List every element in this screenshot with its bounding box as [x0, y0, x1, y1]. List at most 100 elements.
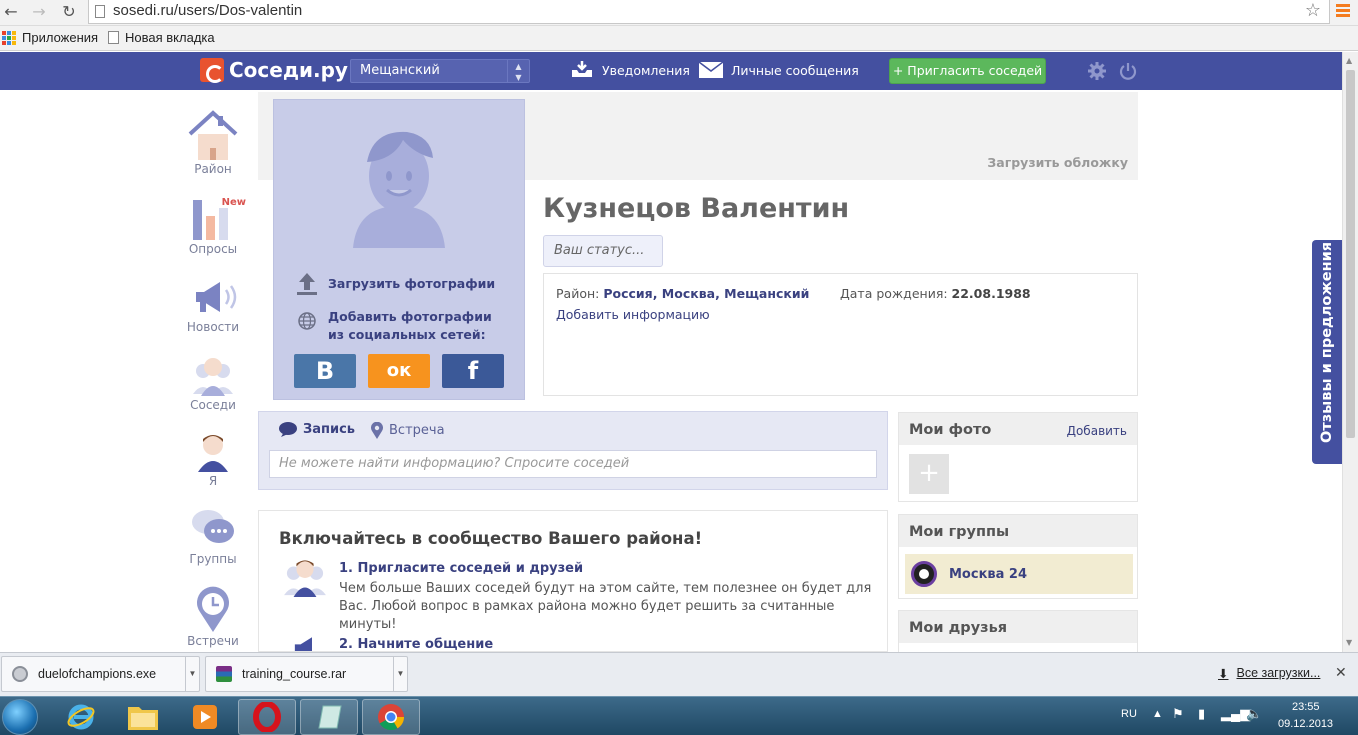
district-select[interactable]: Мещанский ▲ ▼ — [350, 59, 530, 83]
odnoklassniki-button[interactable]: ок — [368, 354, 430, 388]
envelope-icon — [699, 61, 723, 78]
profile-info-box: Район: Россия, Москва, Мещанский Дата ро… — [543, 273, 1138, 396]
group-name: Москва 24 — [949, 566, 1028, 582]
flag-icon[interactable]: ⚑ — [1172, 706, 1184, 722]
media-player-icon — [193, 705, 217, 729]
site-header: Соседи.ру Мещанский ▲ ▼ Уведомления Личны… — [0, 52, 1342, 90]
bookmark-new-tab[interactable]: Новая вкладка — [108, 30, 215, 45]
chevron-down-icon[interactable]: ▼ — [185, 657, 199, 691]
nav-item-polls[interactable]: Опросы — [180, 198, 246, 256]
upload-cover-link[interactable]: Загрузить обложку — [987, 155, 1128, 170]
scroll-down-icon[interactable]: ▼ — [1346, 638, 1352, 647]
vk-button[interactable]: В — [294, 354, 356, 388]
step-title[interactable]: 1. Пригласите соседей и друзей — [339, 561, 583, 576]
explorer-taskbar-button[interactable] — [114, 699, 172, 735]
chat-bubbles-icon — [192, 510, 234, 543]
page-icon — [108, 31, 119, 44]
select-arrows-icon: ▲ ▼ — [507, 60, 529, 82]
add-social-photos: Добавить фотографии из социальных сетей: — [296, 308, 492, 344]
browser-menu-icon[interactable] — [1336, 4, 1350, 18]
url-text: sosedi.ru/users/Dos-valentin — [113, 2, 303, 19]
invite-neighbors-button[interactable]: + Пригласить соседей — [889, 58, 1046, 84]
facebook-button[interactable]: f — [442, 354, 504, 388]
windows-taskbar: RU ▲ ⚑ ▮ ▂▄▆ 🔈 23:55 09.12.2013 — [0, 696, 1358, 735]
address-bar[interactable]: sosedi.ru/users/Dos-valentin ☆ — [88, 0, 1330, 24]
notifications-label: Уведомления — [602, 62, 690, 78]
district-info-label: Район: — [556, 286, 600, 301]
opera-icon — [253, 702, 281, 732]
nav-item-district[interactable]: Район — [180, 108, 246, 176]
nav-item-neighbors[interactable]: Соседи — [180, 354, 246, 412]
volume-icon[interactable]: 🔈 — [1246, 706, 1262, 722]
nav-item-me[interactable]: Я — [180, 432, 246, 488]
default-avatar-icon — [353, 131, 445, 248]
close-icon[interactable]: ✕ — [1335, 664, 1347, 681]
apps-grid-icon — [2, 30, 16, 45]
power-icon[interactable] — [1119, 62, 1137, 80]
page-scrollbar[interactable]: ▲ ▼ — [1342, 52, 1358, 652]
notepad-taskbar-button[interactable] — [300, 699, 358, 735]
nav-item-groups[interactable]: Группы — [180, 506, 246, 566]
clock-time[interactable]: 23:55 — [1292, 701, 1320, 713]
forward-button[interactable]: → — [28, 2, 50, 22]
clock-date[interactable]: 09.12.2013 — [1278, 718, 1333, 730]
upload-photos-label: Загрузить фотографии — [328, 276, 496, 291]
all-downloads-label: Все загрузки... — [1236, 666, 1321, 680]
profile-photo-panel: Загрузить фотографии Добавить фотографии… — [273, 99, 525, 400]
battery-icon[interactable]: ▮ — [1198, 706, 1205, 722]
post-input[interactable]: Не можете найти информацию? Спросите сос… — [269, 450, 877, 478]
feedback-tab[interactable]: Отзывы и предложения — [1312, 240, 1342, 464]
tab-post-label: Запись — [303, 422, 356, 437]
messages-link[interactable]: Личные сообщения — [699, 61, 859, 79]
scrollbar-thumb[interactable] — [1346, 70, 1355, 438]
ie-taskbar-button[interactable] — [52, 699, 110, 735]
group-item[interactable]: Москва 24 — [905, 554, 1133, 594]
chrome-taskbar-button[interactable] — [362, 699, 420, 735]
nav-label: Встречи — [187, 634, 239, 648]
district-info-value[interactable]: Россия, Москва, Мещанский — [603, 286, 809, 301]
add-photo-link[interactable]: Добавить — [1067, 424, 1127, 438]
tray-expand-icon[interactable]: ▲ — [1152, 708, 1163, 720]
add-social-line1: Добавить фотографии — [328, 309, 492, 324]
tab-post[interactable]: Запись — [279, 422, 355, 437]
opera-taskbar-button[interactable] — [238, 699, 296, 735]
bookmark-star-icon[interactable]: ☆ — [1305, 0, 1321, 21]
clock-pin-icon — [197, 586, 229, 632]
browser-toolbar: ← → ↻ sosedi.ru/users/Dos-valentin ☆ — [0, 0, 1358, 26]
bar-chart-icon — [193, 200, 228, 240]
bookmarks-bar: Приложения Новая вкладка — [0, 26, 1358, 51]
exe-file-icon — [12, 666, 28, 682]
back-button[interactable]: ← — [0, 2, 22, 22]
nav-item-news[interactable]: Новости — [180, 276, 246, 334]
nav-label: Я — [208, 474, 218, 488]
site-logo[interactable]: Соседи.ру — [200, 58, 348, 83]
download-item[interactable]: duelofchampions.exe ▼ — [1, 656, 200, 692]
reload-button[interactable]: ↻ — [58, 2, 80, 22]
notifications-link[interactable]: Уведомления — [570, 61, 690, 79]
language-indicator[interactable]: RU — [1121, 708, 1137, 720]
messages-label: Личные сообщения — [731, 62, 859, 78]
gear-icon[interactable] — [1088, 62, 1106, 80]
nav-item-meetings[interactable]: Встречи — [180, 586, 246, 648]
megaphone-icon — [294, 637, 312, 651]
download-item[interactable]: training_course.rar ▼ — [205, 656, 408, 692]
step-title[interactable]: 2. Начните общение — [339, 637, 493, 651]
downloads-bar: duelofchampions.exe ▼ training_course.ra… — [0, 652, 1358, 696]
internet-explorer-icon — [67, 704, 95, 730]
upload-photos-link[interactable]: Загрузить фотографии — [296, 272, 495, 296]
tab-meeting[interactable]: Встреча — [371, 422, 445, 439]
house-icon — [188, 110, 238, 160]
add-photo-button[interactable]: + — [909, 454, 949, 494]
district-select-value: Мещанский — [360, 63, 440, 78]
media-player-taskbar-button[interactable] — [176, 699, 234, 735]
chevron-down-icon[interactable]: ▼ — [393, 657, 407, 691]
scroll-up-icon[interactable]: ▲ — [1346, 56, 1352, 65]
nav-label: Новости — [186, 320, 240, 334]
status-input[interactable]: Ваш статус... — [543, 235, 663, 267]
all-downloads-link[interactable]: ⬇ Все загрузки... — [1218, 666, 1320, 681]
start-button[interactable] — [2, 699, 38, 735]
step-text: Чем больше Ваших соседей будут на этом с… — [339, 581, 872, 632]
bookmark-apps[interactable]: Приложения — [2, 30, 98, 45]
add-info-link[interactable]: Добавить информацию — [556, 307, 710, 322]
globe-icon — [298, 312, 316, 330]
